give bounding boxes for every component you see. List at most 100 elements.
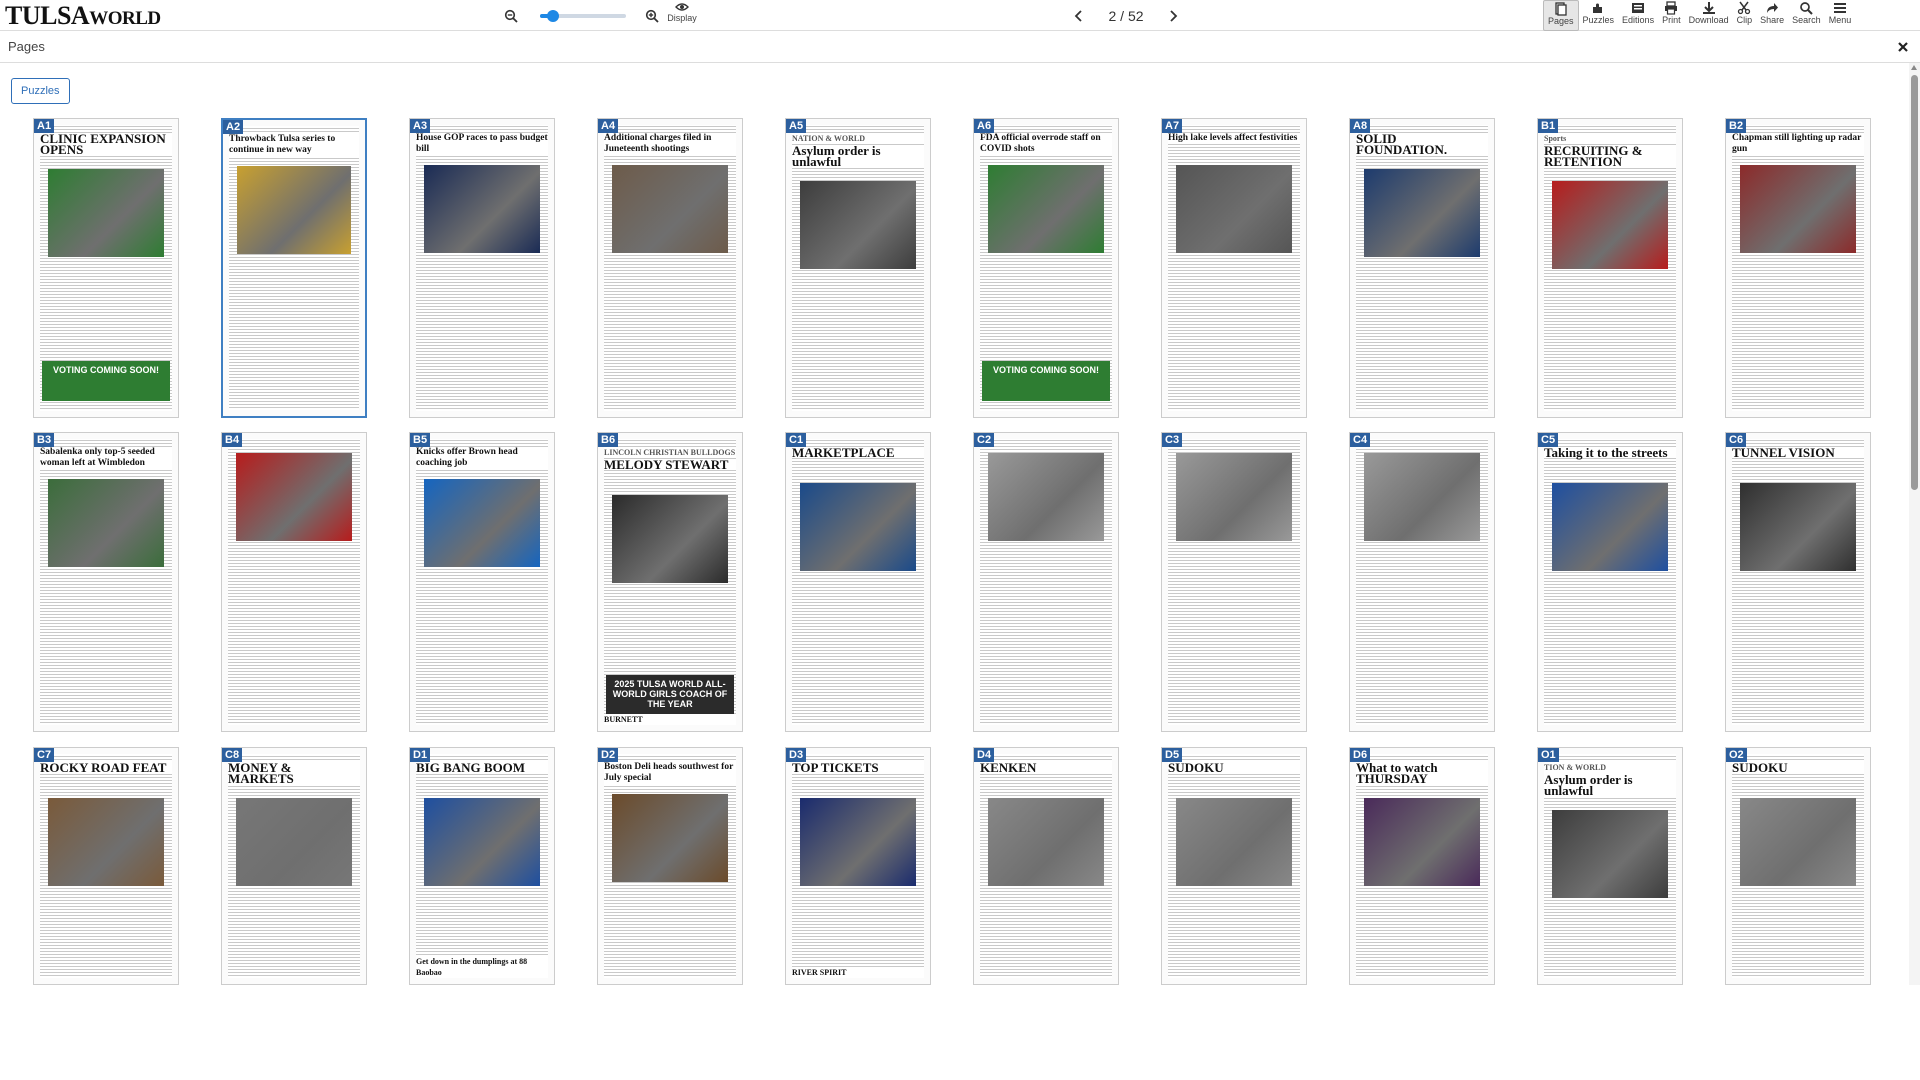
page-photo (800, 483, 916, 571)
page-banner: VOTING COMING SOON! (982, 361, 1110, 401)
page-thumbnail[interactable]: D6 What to watch THURSDAY (1349, 747, 1495, 985)
page-preview (792, 439, 924, 725)
page-thumbnail[interactable]: B1 Sports RECRUITING & RETENTION (1537, 118, 1683, 418)
page-thumbnail[interactable]: A3 House GOP races to pass budget bill (409, 118, 555, 418)
page-photo (1176, 453, 1292, 541)
page-thumbnail[interactable]: C1 MARKETPLACE (785, 432, 931, 732)
page-thumbnail[interactable]: D4 KENKEN (973, 747, 1119, 985)
page-label: C7 (34, 748, 55, 762)
page-label: C5 (1538, 433, 1559, 447)
page-photo (612, 495, 728, 583)
page-headline: RECRUITING & RETENTION (1544, 144, 1676, 168)
page-label: C6 (1726, 433, 1747, 447)
page-label: A4 (598, 119, 619, 133)
page-thumbnail[interactable]: D2 Boston Deli heads southwest for July s… (597, 747, 743, 985)
page-label: C8 (222, 748, 243, 762)
page-headline: Chapman still lighting up radar gun (1732, 133, 1864, 155)
page-label: B4 (222, 433, 243, 447)
puzzles-filter-button[interactable]: Puzzles (11, 78, 70, 104)
page-headline: Asylum order is unlawful (792, 144, 924, 168)
page-headline: MARKETPLACE (792, 446, 924, 459)
page-label: B5 (410, 433, 431, 447)
page-label: O2 (1726, 748, 1747, 762)
page-label: B3 (34, 433, 55, 447)
page-thumbnail[interactable]: C8 MONEY & MARKETS (221, 747, 367, 985)
page-photo (237, 166, 351, 254)
page-preview (1544, 439, 1676, 725)
page-thumbnail[interactable]: C7 ROCKY ROAD FEAT (33, 747, 179, 985)
page-thumbnail[interactable]: D5 SUDOKU (1161, 747, 1307, 985)
page-photo (612, 165, 728, 253)
page-thumbnail[interactable]: D1 BIG BANG BOOM Get down in the dumplings… (409, 747, 555, 985)
page-photo (236, 453, 352, 541)
page-photo (800, 181, 916, 269)
page-photo (1364, 798, 1480, 886)
page-thumbnail[interactable]: C5 Taking it to the streets (1537, 432, 1683, 732)
page-headline: Knicks offer Brown head coaching job (416, 447, 548, 469)
page-preview (1732, 439, 1864, 725)
page-thumbnail[interactable]: C4 (1349, 432, 1495, 732)
page-headline: Boston Deli heads southwest for July spe… (604, 762, 736, 784)
page-label: B2 (1726, 119, 1747, 133)
page-label: A2 (223, 120, 244, 134)
scrollbar[interactable] (1909, 63, 1920, 985)
page-label: O1 (1538, 748, 1559, 762)
page-thumbnail[interactable]: B5 Knicks offer Brown head coaching job (409, 432, 555, 732)
page-label: B1 (1538, 119, 1559, 133)
page-photo (612, 794, 728, 882)
page-label: A6 (974, 119, 995, 133)
page-headline: ROCKY ROAD FEAT (40, 761, 172, 774)
page-thumbnail[interactable]: A5 NATION & WORLD Asylum order is unlawful (785, 118, 931, 418)
page-headline: Throwback Tulsa series to continue in ne… (229, 134, 359, 156)
page-photo (1364, 169, 1480, 257)
page-photo (48, 798, 164, 886)
page-thumbnail[interactable]: A4 Additional charges filed in Juneteenth… (597, 118, 743, 418)
scroll-up-arrow[interactable] (1911, 65, 1917, 70)
page-thumbnail[interactable]: A1 CLINIC EXPANSION OPENS VOTING COMING SO… (33, 118, 179, 418)
page-thumbnail[interactable]: A6 FDA official overrode staff on COVID s… (973, 118, 1119, 418)
page-label: D2 (598, 748, 619, 762)
page-thumbnail[interactable]: C3 (1161, 432, 1307, 732)
page-thumbnail[interactable]: O2 SUDOKU (1725, 747, 1871, 985)
page-thumbnail[interactable]: C2 (973, 432, 1119, 732)
page-label: D6 (1350, 748, 1371, 762)
page-thumbnail[interactable]: B6 LINCOLN CHRISTIAN BULLDOGS MELODY STEWA… (597, 432, 743, 732)
page-thumbnail[interactable]: B3 Sabalenka only top-5 seeded woman left… (33, 432, 179, 732)
page-label: D1 (410, 748, 431, 762)
page-thumbnail-grid: A1 CLINIC EXPANSION OPENS VOTING COMING SO… (0, 0, 1910, 985)
page-footer: BURNETT (604, 714, 736, 725)
page-thumbnail[interactable]: B2 Chapman still lighting up radar gun (1725, 118, 1871, 418)
page-thumbnail[interactable]: A8 SOLID FOUNDATION. (1349, 118, 1495, 418)
page-footer: Get down in the dumplings at 88 Baobao (416, 956, 548, 978)
page-headline: MONEY & MARKETS (228, 761, 360, 785)
page-photo (1176, 798, 1292, 886)
page-headline: Asylum order is unlawful (1544, 773, 1676, 797)
page-thumbnail[interactable]: A7 High lake levels affect festivities (1161, 118, 1307, 418)
page-photo (236, 798, 352, 886)
page-banner: 2025 TULSA WORLD ALL-WORLD GIRLS COACH O… (606, 675, 734, 715)
page-headline: Taking it to the streets (1544, 446, 1676, 459)
page-photo (1740, 165, 1856, 253)
scrollbar-thumb[interactable] (1911, 75, 1918, 490)
page-label: C2 (974, 433, 995, 447)
page-photo (1552, 810, 1668, 898)
page-preview (1356, 125, 1488, 411)
page-headline: High lake levels affect festivities (1168, 133, 1300, 144)
page-headline: CLINIC EXPANSION OPENS (40, 132, 172, 156)
page-headline: KENKEN (980, 761, 1112, 774)
page-thumbnail[interactable]: O1 TION & WORLD Asylum order is unlawful (1537, 747, 1683, 985)
page-label: D3 (786, 748, 807, 762)
page-label: C3 (1162, 433, 1183, 447)
page-photo (800, 798, 916, 886)
page-label: A8 (1350, 119, 1371, 133)
page-photo (1176, 165, 1292, 253)
page-banner: VOTING COMING SOON! (42, 361, 170, 401)
page-headline: SUDOKU (1732, 761, 1864, 774)
page-thumbnail[interactable]: D3 TOP TICKETS RIVER SPIRIT (785, 747, 931, 985)
page-label: C4 (1350, 433, 1371, 447)
page-thumbnail[interactable]: A2 Throwback Tulsa series to continue in … (221, 118, 367, 418)
page-thumbnail[interactable]: C6 TUNNEL VISION (1725, 432, 1871, 732)
page-label: D5 (1162, 748, 1183, 762)
page-thumbnail[interactable]: B4 (221, 432, 367, 732)
page-headline: SUDOKU (1168, 761, 1300, 774)
